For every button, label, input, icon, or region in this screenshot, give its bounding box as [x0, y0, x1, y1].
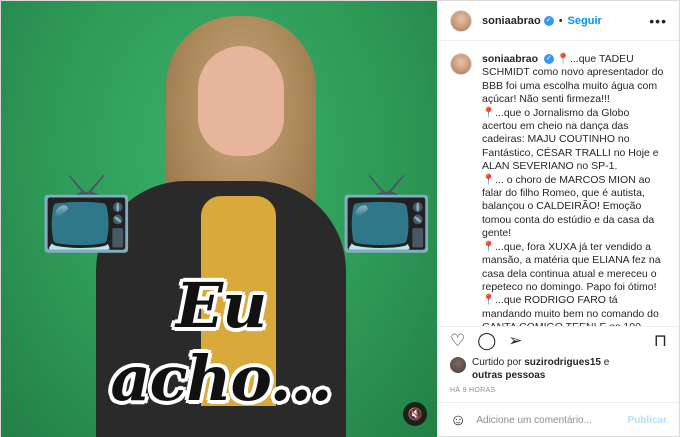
likes-middle: e: [600, 357, 610, 368]
liker-username-link[interactable]: suzirodrigues15: [524, 357, 601, 368]
emoji-icon[interactable]: ☺: [450, 412, 466, 430]
comment-username[interactable]: soniaabrao: [482, 53, 538, 65]
likes-text: Curtido por suzirodrigues15 e outras pess…: [472, 356, 609, 382]
bookmark-icon[interactable]: ⊓: [654, 332, 667, 349]
publish-button[interactable]: Publicar: [628, 415, 667, 426]
verified-badge-icon: ✓: [543, 54, 554, 65]
likes-prefix: Curtido por: [472, 357, 525, 368]
comment-input[interactable]: [476, 415, 628, 426]
pin-icon: 📍: [482, 294, 496, 307]
avatar[interactable]: [450, 53, 472, 75]
follow-button[interactable]: Seguir: [568, 15, 602, 27]
mute-toggle-button[interactable]: 🔇: [403, 402, 427, 426]
presenter-face: [198, 46, 284, 156]
post-timestamp[interactable]: HÁ 9 HORAS: [438, 382, 679, 402]
separator-dot: •: [558, 14, 563, 27]
post-side-panel: soniaabrao ✓ • Seguir ••• soniaabrao ✓ 📍…: [437, 1, 679, 437]
comments-section[interactable]: soniaabrao ✓ 📍...que TADEU SCHMIDT como …: [438, 41, 679, 326]
pin-icon: 📍: [556, 53, 570, 65]
comment-icon[interactable]: ◯: [477, 332, 496, 349]
pin-icon: 📍: [482, 173, 496, 186]
action-bar: ♡ ◯ ➢ ⊓: [438, 326, 679, 354]
caption-line-3: ... o choro de MARCOS MION ao falar do f…: [482, 173, 655, 240]
television-icon: 📺: [39, 169, 134, 254]
more-options-icon[interactable]: •••: [649, 13, 667, 29]
heart-icon[interactable]: ♡: [450, 332, 465, 349]
add-comment-bar: ☺ Publicar: [438, 402, 679, 437]
video-caption: Eu acho...: [110, 269, 332, 415]
television-icon: 📺: [339, 169, 434, 254]
avatar[interactable]: [450, 9, 472, 32]
likes-summary: Curtido por suzirodrigues15 e outras pess…: [438, 354, 679, 382]
caption-line-5: ...que RODRIGO FARO tá mandando muito be…: [482, 294, 659, 326]
caption-text: soniaabrao ✓ 📍...que TADEU SCHMIDT como …: [482, 53, 667, 326]
post-header: soniaabrao ✓ • Seguir •••: [438, 1, 679, 41]
pin-icon: 📍: [482, 240, 496, 253]
caption-comment: soniaabrao ✓ 📍...que TADEU SCHMIDT como …: [450, 53, 667, 326]
other-likers-link[interactable]: outras pessoas: [472, 370, 545, 381]
speaker-muted-icon: 🔇: [407, 407, 423, 421]
share-icon[interactable]: ➢: [508, 332, 522, 349]
pin-icon: 📍: [482, 106, 496, 119]
username-link[interactable]: soniaabrao: [482, 15, 541, 27]
instagram-post: 📺 📺 Eu acho... 🔇 soniaabrao ✓ • Seguir •…: [0, 0, 680, 437]
avatar[interactable]: [450, 357, 466, 373]
caption-line-4: ...que, fora XUXA já ter vendido a mansã…: [482, 240, 661, 293]
verified-badge-icon: ✓: [543, 15, 554, 26]
post-video[interactable]: 📺 📺 Eu acho... 🔇: [1, 1, 437, 437]
caption-line-2: ...que o Jornalismo da Globo acertou em …: [482, 106, 659, 173]
